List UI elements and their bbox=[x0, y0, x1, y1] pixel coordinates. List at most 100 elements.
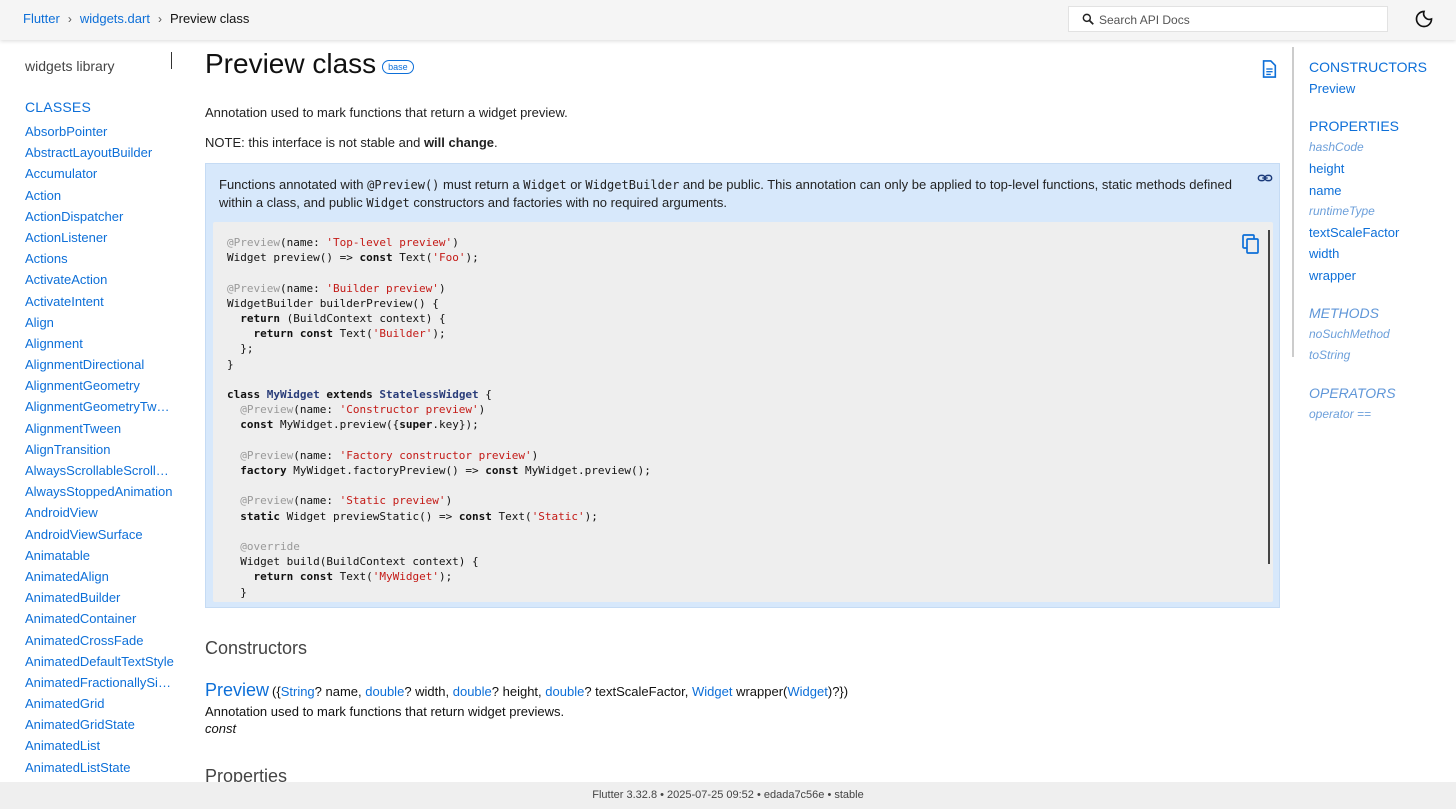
sidebar-divider bbox=[171, 52, 172, 69]
toc-methods-heading[interactable]: METHODS bbox=[1309, 303, 1390, 324]
sidebar-class-item[interactable]: AlignmentDirectional bbox=[25, 354, 175, 375]
toc-divider bbox=[1292, 47, 1294, 357]
toc-properties-heading[interactable]: PROPERTIES bbox=[1309, 116, 1399, 137]
sidebar-class-item[interactable]: AlignmentGeometry bbox=[25, 375, 175, 396]
sidebar-class-item[interactable]: ActivateAction bbox=[25, 269, 175, 290]
search-icon bbox=[1082, 13, 1094, 25]
sidebar-class-item[interactable]: AnimatedCrossFade bbox=[25, 630, 175, 651]
sidebar-class-item[interactable]: AndroidView bbox=[25, 502, 175, 523]
search-box[interactable] bbox=[1068, 6, 1388, 32]
type-link-double[interactable]: double bbox=[545, 684, 584, 699]
sidebar-class-item[interactable]: AnimatedList bbox=[25, 735, 175, 756]
sig-text: ? height, bbox=[491, 684, 546, 699]
callout-fragment: Functions annotated with bbox=[219, 177, 368, 192]
code-scrollbar[interactable] bbox=[1268, 230, 1270, 564]
constructor-signature: Preview ({String? name, double? width, do… bbox=[205, 680, 848, 701]
type-link-widget[interactable]: Widget bbox=[692, 684, 732, 699]
link-icon[interactable] bbox=[1257, 170, 1273, 186]
sidebar-class-item[interactable]: AnimatedListState bbox=[25, 757, 175, 778]
toc-constructors: CONSTRUCTORS Preview bbox=[1309, 57, 1427, 99]
sidebar-class-item[interactable]: AlwaysStoppedAnimation bbox=[25, 481, 175, 502]
classes-heading[interactable]: CLASSES bbox=[25, 99, 91, 115]
sidebar-class-item[interactable]: Animatable bbox=[25, 545, 175, 566]
sig-text: ? width, bbox=[404, 684, 453, 699]
toc-property-item[interactable]: height bbox=[1309, 158, 1399, 179]
note-bold: will change bbox=[423, 135, 495, 150]
toc-operators: OPERATORS operator == bbox=[1309, 383, 1396, 425]
sidebar-class-item[interactable]: ActivateIntent bbox=[25, 291, 175, 312]
sidebar-class-item[interactable]: Action bbox=[25, 185, 175, 206]
sidebar-class-item[interactable]: AlwaysScrollableScrollPh… bbox=[25, 460, 175, 481]
toc-properties: PROPERTIES hashCode height name runtimeType… bbox=[1309, 116, 1399, 286]
toc-constructors-heading[interactable]: CONSTRUCTORS bbox=[1309, 57, 1427, 78]
constructor-modifier: const bbox=[205, 721, 237, 736]
sidebar-class-item[interactable]: AnimatedAlign bbox=[25, 566, 175, 587]
toc-operators-heading[interactable]: OPERATORS bbox=[1309, 383, 1396, 404]
copy-icon[interactable] bbox=[1242, 234, 1260, 254]
sidebar-class-item[interactable]: AlignmentTween bbox=[25, 418, 175, 439]
properties-heading: Properties bbox=[205, 766, 288, 782]
footer: Flutter 3.32.8 • 2025-07-25 09:52 • edad… bbox=[0, 782, 1456, 809]
callout-fragment: must return a bbox=[439, 177, 524, 192]
breadcrumb-separator: › bbox=[157, 11, 162, 26]
sig-text: ? textScaleFactor, bbox=[584, 684, 692, 699]
doc-callout: Functions annotated with @Preview() must… bbox=[205, 163, 1280, 608]
toc-property-item[interactable]: wrapper bbox=[1309, 265, 1399, 286]
sidebar-class-item[interactable]: Accumulator bbox=[25, 163, 175, 184]
note-text: NOTE: this interface is not stable and w… bbox=[205, 135, 498, 150]
inline-code: Widget bbox=[523, 178, 567, 192]
sidebar-class-item[interactable]: AbsorbPointer bbox=[25, 121, 175, 142]
type-link-double[interactable]: double bbox=[453, 684, 492, 699]
toc-method-nosuchmethod[interactable]: noSuchMethod bbox=[1309, 324, 1390, 345]
code-sample-text: @Preview(name: 'Top-level preview') Widg… bbox=[227, 236, 651, 599]
sidebar-class-item[interactable]: Align bbox=[25, 312, 175, 333]
sidebar-class-item[interactable]: ActionListener bbox=[25, 227, 175, 248]
constructor-link[interactable]: Preview bbox=[205, 680, 269, 700]
inline-code: @Preview() bbox=[367, 178, 440, 192]
sidebar-class-item[interactable]: AndroidViewSurface bbox=[25, 524, 175, 545]
callout-fragment: constructors and factories with no requi… bbox=[409, 195, 727, 210]
left-sidebar: widgets library CLASSES AbsorbPointer Abs… bbox=[0, 40, 190, 782]
sig-text: wrapper( bbox=[732, 684, 788, 699]
sidebar-class-item[interactable]: AnimatedContainer bbox=[25, 608, 175, 629]
sidebar-class-item[interactable]: AnimatedGridState bbox=[25, 714, 175, 735]
toc-method-tostring[interactable]: toString bbox=[1309, 345, 1390, 366]
sidebar-class-item[interactable]: AnimatedGrid bbox=[25, 693, 175, 714]
sidebar-class-item[interactable]: AnimatedBuilder bbox=[25, 587, 175, 608]
breadcrumb-flutter[interactable]: Flutter bbox=[23, 11, 60, 26]
sidebar-class-item[interactable]: ActionDispatcher bbox=[25, 206, 175, 227]
document-icon[interactable] bbox=[1261, 60, 1277, 78]
toc-methods: METHODS noSuchMethod toString bbox=[1309, 303, 1390, 367]
breadcrumb-current: Preview class bbox=[169, 11, 250, 26]
sig-text: )?}) bbox=[827, 684, 849, 699]
code-sample[interactable]: @Preview(name: 'Top-level preview') Widg… bbox=[213, 222, 1273, 602]
note-suffix: . bbox=[494, 135, 498, 150]
sidebar-class-item[interactable]: AlignmentGeometryTwe… bbox=[25, 396, 175, 417]
intro-text: Annotation used to mark functions that r… bbox=[205, 105, 568, 120]
sidebar-class-item[interactable]: AbstractLayoutBuilder bbox=[25, 142, 175, 163]
library-title[interactable]: widgets library bbox=[25, 58, 114, 74]
class-list: AbsorbPointer AbstractLayoutBuilder Accumu… bbox=[25, 121, 175, 778]
toc-property-item[interactable]: textScaleFactor bbox=[1309, 222, 1399, 243]
sidebar-class-item[interactable]: AlignTransition bbox=[25, 439, 175, 460]
base-badge: base bbox=[382, 60, 414, 74]
type-link-widget[interactable]: Widget bbox=[787, 684, 827, 699]
toc-property-item[interactable]: width bbox=[1309, 243, 1399, 264]
type-link-double[interactable]: double bbox=[365, 684, 404, 699]
toc-property-item[interactable]: hashCode bbox=[1309, 137, 1399, 158]
page-title: Preview class bbox=[205, 48, 377, 79]
sidebar-class-item[interactable]: Actions bbox=[25, 248, 175, 269]
toc-constructor-preview[interactable]: Preview bbox=[1309, 78, 1427, 99]
sidebar-class-item[interactable]: Alignment bbox=[25, 333, 175, 354]
sidebar-class-item[interactable]: AnimatedFractionallySiz… bbox=[25, 672, 175, 693]
callout-text: Functions annotated with @Preview() must… bbox=[219, 176, 1244, 212]
toc-operator-equals[interactable]: operator == bbox=[1309, 404, 1396, 425]
search-input[interactable] bbox=[1099, 11, 1379, 29]
type-link-string[interactable]: String bbox=[281, 684, 315, 699]
breadcrumb-separator: › bbox=[67, 11, 72, 26]
breadcrumb-widgets-dart[interactable]: widgets.dart bbox=[80, 11, 150, 26]
toc-property-item[interactable]: name bbox=[1309, 180, 1399, 201]
sidebar-class-item[interactable]: AnimatedDefaultTextStyle bbox=[25, 651, 175, 672]
toc-property-item[interactable]: runtimeType bbox=[1309, 201, 1399, 222]
dark-mode-icon[interactable] bbox=[1414, 9, 1434, 29]
